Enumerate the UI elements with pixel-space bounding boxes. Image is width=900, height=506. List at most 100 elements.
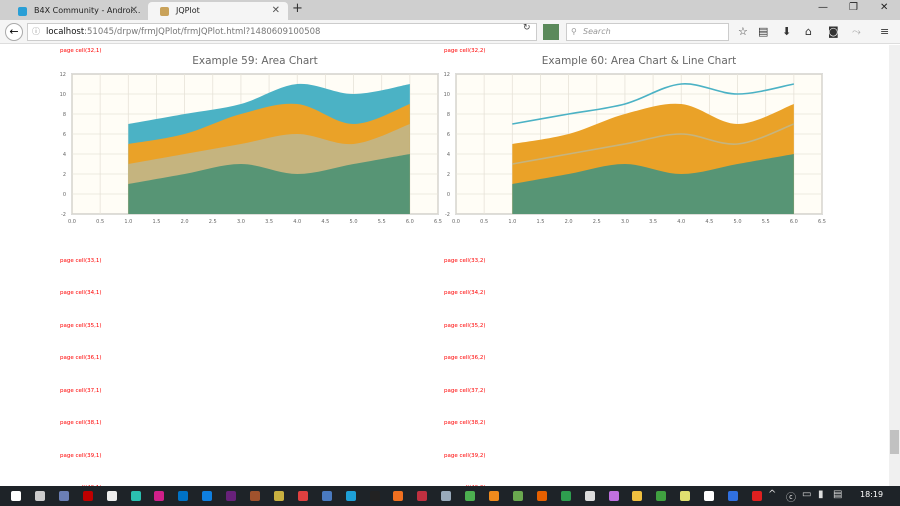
app-icon[interactable]	[345, 491, 356, 501]
y-tick-label: 2	[447, 172, 450, 178]
reading-list-icon[interactable]: ▤	[758, 25, 768, 38]
search-input[interactable]: ⚲ Search	[566, 23, 729, 41]
battery-icon[interactable]: ▮	[818, 489, 824, 500]
window-icon[interactable]	[584, 491, 595, 501]
x-tick-label: 1.5	[536, 219, 544, 225]
itunes-icon[interactable]	[608, 491, 619, 501]
xampp-icon[interactable]	[393, 491, 404, 501]
info-app-icon[interactable]	[106, 491, 117, 501]
y-tick-label: 0	[447, 192, 450, 198]
url-host: localhost	[46, 27, 85, 37]
restore-icon[interactable]: ❐	[849, 2, 858, 13]
y-tick-label: 6	[447, 132, 450, 138]
page-cell: page cell(33,1)	[60, 258, 102, 264]
x-tick-label: 5.0	[734, 219, 742, 225]
page-cell: page cell(37,2)	[444, 388, 486, 394]
info-icon[interactable]: ⓘ	[32, 24, 40, 40]
x-tick-label: 4.0	[677, 219, 685, 225]
file-explorer-icon[interactable]	[632, 491, 643, 501]
page-cell: page cell(35,1)	[60, 323, 102, 329]
x-tick-label: 4.5	[705, 219, 713, 225]
app-icon[interactable]	[273, 491, 284, 501]
app-icon[interactable]	[58, 491, 69, 501]
start-icon[interactable]	[11, 491, 21, 501]
filezilla-icon[interactable]	[82, 491, 93, 501]
outlook-icon[interactable]	[178, 491, 189, 501]
bookmark-star-icon[interactable]: ☆	[738, 25, 748, 38]
url-path: :51045/drpw/frmJQPlot/frmJQPlot.html?148…	[84, 27, 321, 37]
x-tick-label: 0.5	[480, 219, 488, 225]
page-cell: page cell(34,2)	[444, 290, 486, 296]
app-icon[interactable]: ⓒ	[786, 489, 796, 504]
close-tab-icon[interactable]: ✕	[130, 2, 138, 20]
menu-icon[interactable]: ≡	[880, 25, 889, 38]
scrollbar-thumb[interactable]	[890, 430, 899, 454]
x-tick-label: 3.0	[621, 219, 629, 225]
app-icon[interactable]	[250, 491, 260, 501]
close-window-icon[interactable]: ✕	[880, 2, 888, 13]
tab-bar: B4X Community - Androi... ✕ JQPlot ✕ + —…	[0, 0, 900, 20]
app-icon[interactable]	[417, 491, 428, 501]
tab-jqplot[interactable]: JQPlot ✕	[148, 2, 288, 20]
favicon-icon	[160, 7, 169, 16]
back-button[interactable]: ←	[5, 23, 23, 41]
extension-icon[interactable]	[543, 24, 559, 40]
remote-icon[interactable]	[321, 491, 332, 501]
app-icon[interactable]	[441, 491, 452, 501]
chrome-icon[interactable]	[465, 491, 476, 501]
notepad-icon[interactable]	[680, 491, 691, 501]
x-tick-label: 5.5	[762, 219, 770, 225]
page-cell: page cell(39,2)	[444, 453, 486, 459]
app-icon[interactable]	[704, 491, 715, 501]
page-cell: page cell(36,2)	[444, 355, 486, 361]
pocket-icon[interactable]: ◙	[828, 25, 839, 38]
taskbar: 18:19 ^ ⓒ ▭ ▮ ▤	[0, 486, 900, 506]
x-tick-label: 1.0	[508, 219, 516, 225]
firefox-icon[interactable]	[536, 491, 547, 501]
tab-title: B4X Community - Androi...	[34, 6, 141, 15]
page-cell: page cell(38,1)	[60, 420, 102, 426]
a-app-icon[interactable]	[130, 491, 141, 501]
x-tick-label: 3.5	[649, 219, 657, 225]
network-icon[interactable]: ▭	[802, 489, 811, 500]
page-cell: page cell(34,1)	[60, 290, 102, 296]
app-icon[interactable]	[489, 491, 499, 501]
x-tick-label: 0.0	[452, 219, 460, 225]
x-tick-label: 2.5	[593, 219, 601, 225]
clock[interactable]: 18:19	[860, 490, 883, 499]
close-tab-icon[interactable]: ✕	[272, 2, 280, 20]
home-icon[interactable]: ⌂	[805, 25, 812, 38]
url-bar[interactable]: ⓘ localhost:51045/drpw/frmJQPlot/frmJQPl…	[27, 23, 537, 41]
app-icon[interactable]	[751, 491, 762, 501]
page-cell: page cell(38,2)	[444, 420, 486, 426]
favicon-icon	[18, 7, 27, 16]
page-cell: page cell(35,2)	[444, 323, 486, 329]
notifications-icon[interactable]: ▤	[833, 489, 842, 500]
reload-icon[interactable]: ↻	[523, 23, 531, 33]
visual-studio-icon[interactable]	[226, 491, 237, 501]
y-tick-label: 8	[447, 112, 450, 118]
dropbox-icon[interactable]	[202, 491, 213, 501]
app-icon[interactable]	[728, 491, 738, 501]
search-icon[interactable]	[34, 491, 45, 501]
sync-icon[interactable]: ⤳	[852, 25, 861, 39]
scrollbar[interactable]	[889, 45, 900, 486]
app-icon[interactable]	[512, 491, 523, 501]
page-cell: page cell(37,1)	[60, 388, 102, 394]
terminal-icon[interactable]	[369, 491, 380, 501]
app-icon[interactable]	[656, 491, 667, 501]
app-icon[interactable]	[560, 491, 571, 501]
j-app-icon[interactable]	[154, 491, 165, 501]
y-tick-label: 10	[444, 92, 450, 98]
search-icon: ⚲	[571, 27, 577, 36]
new-tab-button[interactable]: +	[292, 1, 303, 16]
minimize-icon[interactable]: —	[818, 2, 828, 13]
app-icon[interactable]	[297, 491, 308, 501]
tab-b4x-community[interactable]: B4X Community - Androi... ✕	[6, 2, 146, 20]
page-cell: page cell(39,1)	[60, 453, 102, 459]
chevron-up-icon[interactable]: ^	[768, 489, 776, 500]
y-tick-label: -2	[445, 212, 450, 218]
download-icon[interactable]: ⬇	[782, 25, 791, 38]
x-tick-label: 6.0	[790, 219, 798, 225]
page-cell: page cell(36,1)	[60, 355, 102, 361]
